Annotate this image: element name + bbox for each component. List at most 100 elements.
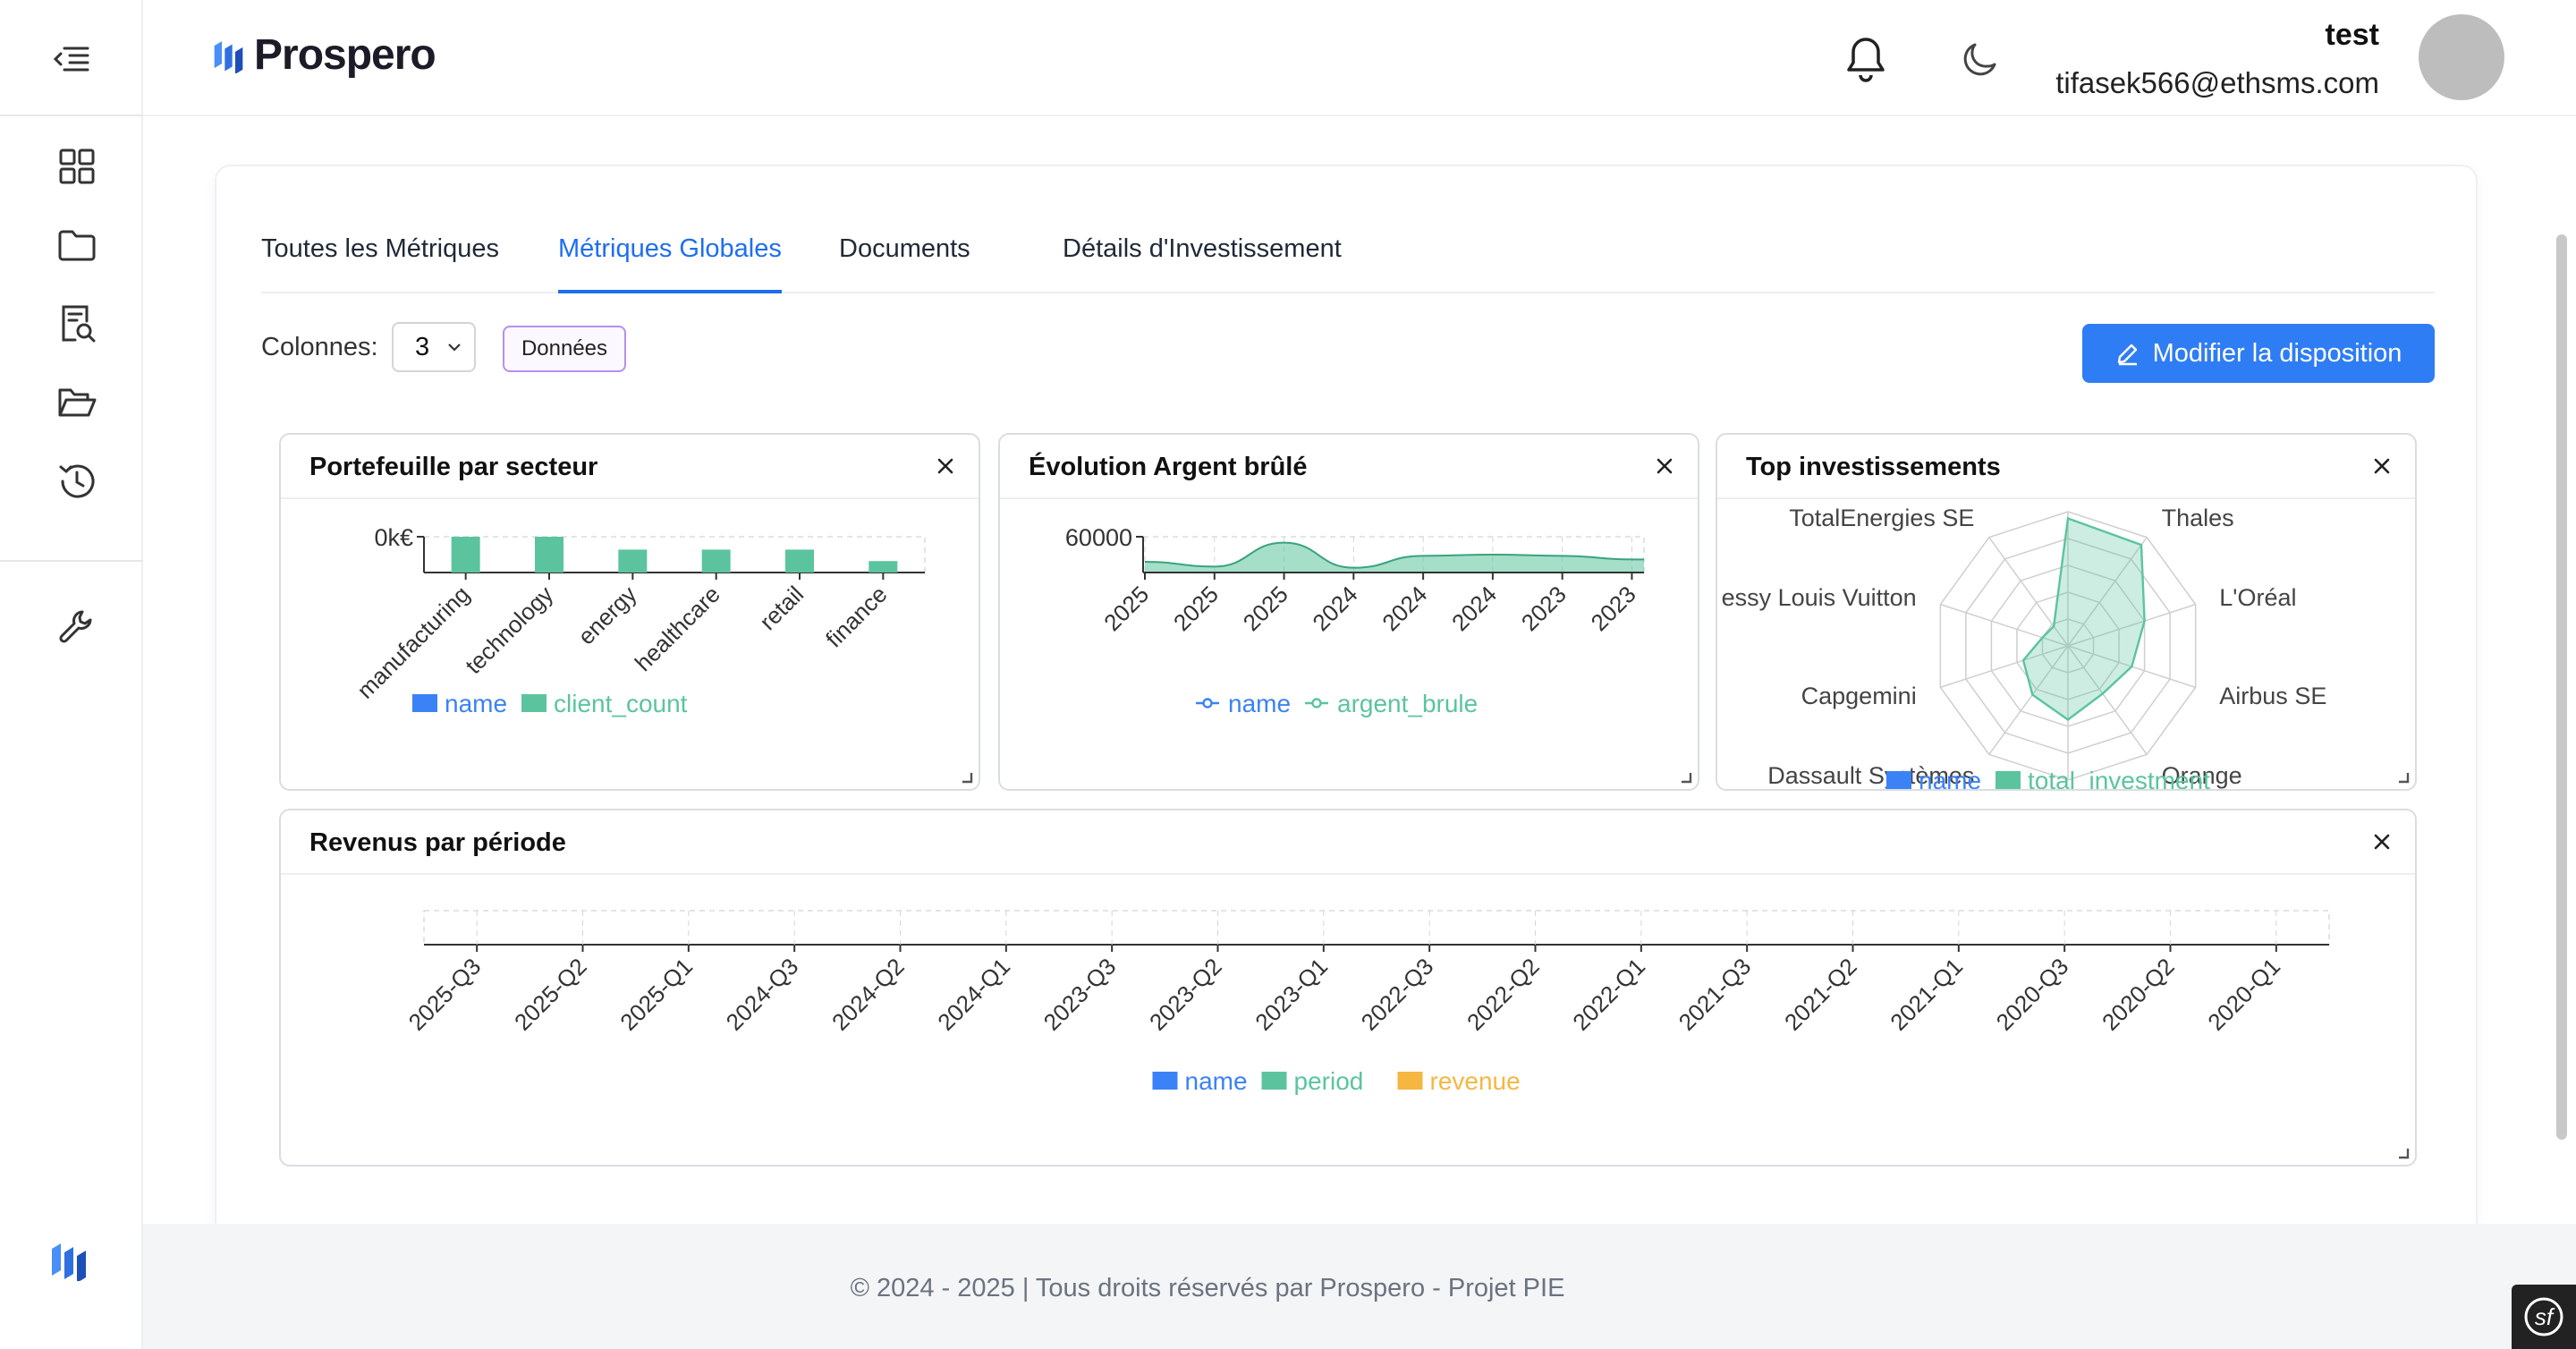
x-tick-label: 2022-Q3 xyxy=(1356,953,1439,1036)
widget-title: Portefeuille par secteur xyxy=(309,453,598,481)
radar-label: Thales xyxy=(2162,505,2234,531)
widget-header: Top investissements xyxy=(1717,435,2415,499)
widget-title: Évolution Argent brûlé xyxy=(1029,453,1308,481)
x-tick-label: 2024 xyxy=(1446,581,1502,636)
resize-handle-icon[interactable] xyxy=(961,771,973,784)
x-tick-label: 2025 xyxy=(1168,581,1224,636)
legend-swatch xyxy=(521,694,547,712)
legend-swatch xyxy=(1261,1072,1287,1090)
folder-open-icon[interactable] xyxy=(55,381,98,424)
dashboard-icon[interactable] xyxy=(55,145,98,188)
legend-swatch xyxy=(1397,1072,1423,1090)
prospero-logo-icon xyxy=(214,40,243,73)
legend-label: period xyxy=(1294,1067,1364,1095)
history-icon[interactable] xyxy=(55,460,98,503)
x-tick-label: 2021-Q2 xyxy=(1779,953,1862,1036)
user-email: tifasek566@ethsms.com xyxy=(2055,66,2379,99)
widget-revenue-period[interactable]: Revenus par période 2025-Q3 2025-Q2 2025-Q… xyxy=(279,809,2417,1167)
radar-label: Airbus SE xyxy=(2219,683,2326,709)
top-investments-radar-chart: ThalesL'OréalAirbus SEOrangeMichelinDass… xyxy=(1722,505,2326,791)
modify-layout-label: Modifier la disposition xyxy=(2152,338,2402,368)
x-tick-label: 2025-Q1 xyxy=(614,953,698,1036)
legend-label: name xyxy=(445,690,507,717)
radar-label: Capgemini xyxy=(1801,683,1917,709)
x-tick-label: 2023-Q2 xyxy=(1144,953,1227,1036)
resize-handle-icon[interactable] xyxy=(2397,1147,2410,1159)
svg-text:sf: sf xyxy=(2535,1303,2555,1330)
folder-icon[interactable] xyxy=(55,224,98,267)
x-tick-label: healthcare xyxy=(630,581,725,676)
sidebar-divider xyxy=(0,115,143,116)
x-tick-label: 2024 xyxy=(1377,581,1432,636)
chevron-down-icon xyxy=(448,344,461,352)
legend-label: name xyxy=(1185,1067,1248,1095)
revenue-bar-chart: 2025-Q3 2025-Q2 2025-Q1 2024-Q3 2024-Q2 2024-… xyxy=(403,910,2330,1095)
legend-label: name xyxy=(1228,690,1291,717)
document-search-icon[interactable] xyxy=(55,302,98,345)
scrollbar[interactable] xyxy=(2556,234,2567,1140)
x-tick-label: 2022-Q1 xyxy=(1567,953,1650,1036)
modify-layout-button[interactable]: Modifier la disposition xyxy=(2082,324,2435,383)
resize-handle-icon[interactable] xyxy=(1680,771,1692,784)
tab-investment-details[interactable]: Détails d'Investissement xyxy=(1063,234,1342,293)
legend-swatch xyxy=(1311,698,1322,708)
columns-select[interactable]: 3 xyxy=(392,322,476,372)
tab-bar: Toutes les Métriques Métriques Globales … xyxy=(261,234,2435,293)
menu-collapse-icon[interactable] xyxy=(52,43,91,75)
plot-grid xyxy=(423,536,926,573)
legend-swatch xyxy=(1996,771,2021,789)
widget-title: Revenus par période xyxy=(309,828,566,857)
symfony-toolbar-icon[interactable]: sf xyxy=(2512,1285,2576,1349)
bar xyxy=(535,537,564,573)
legend-label: revenue xyxy=(1430,1067,1521,1095)
sector-bar-chart: 0k€ manufacturingtechnology energyhealthca… xyxy=(352,524,926,717)
x-tick-label: retail xyxy=(754,581,809,635)
area-fill xyxy=(1145,542,1644,573)
legend-label: total_investment xyxy=(2028,767,2210,791)
x-tick-label: 2025-Q3 xyxy=(403,953,487,1036)
close-icon[interactable] xyxy=(2368,828,2395,855)
bar xyxy=(451,537,480,573)
tab-all-metrics[interactable]: Toutes les Métriques xyxy=(261,234,499,293)
widget-header: Portefeuille par secteur xyxy=(281,435,979,499)
radar-label: essy Louis Vuitton xyxy=(1722,584,1917,611)
resize-handle-icon[interactable] xyxy=(2397,771,2410,784)
x-tick-label: 2024-Q1 xyxy=(932,953,1015,1036)
close-icon[interactable] xyxy=(1651,453,1678,479)
x-tick-label: 2024 xyxy=(1307,581,1362,636)
widget-sector-portfolio[interactable]: Portefeuille par secteur 0k€ manufacturin… xyxy=(279,433,980,791)
x-tick-label: 2025 xyxy=(1098,581,1154,636)
radar-label: L'Oréal xyxy=(2219,584,2296,611)
close-icon[interactable] xyxy=(2368,453,2395,479)
brand[interactable]: Prospero xyxy=(213,30,436,80)
widget-top-investments[interactable]: Top investissements Thales L'Oréal Airbus … xyxy=(1716,433,2417,791)
widget-title: Top investissements xyxy=(1746,453,2001,481)
x-tick-label: 2025 xyxy=(1238,581,1293,636)
radar-area xyxy=(2021,516,2146,721)
sidebar-divider xyxy=(0,560,143,562)
tab-global-metrics[interactable]: Métriques Globales xyxy=(558,234,782,293)
edit-icon xyxy=(2117,344,2137,366)
avatar[interactable] xyxy=(2419,14,2504,100)
x-tick-label: technology xyxy=(460,581,558,679)
prospero-logo-icon xyxy=(50,1240,93,1283)
close-icon[interactable] xyxy=(932,453,959,479)
widget-header: Revenus par période xyxy=(281,810,2415,875)
x-tick-label: finance xyxy=(820,581,892,652)
widget-burn-evolution[interactable]: Évolution Argent brûlé 60000 2025 2025 2025… xyxy=(998,433,1699,791)
x-tick-label: 2025-Q2 xyxy=(509,953,592,1036)
y-tick-label: 0k€ xyxy=(374,524,413,551)
x-tick-label: energy xyxy=(572,581,641,649)
legend-label: name xyxy=(1919,767,1981,791)
bell-icon[interactable] xyxy=(1843,34,1889,84)
legend-swatch xyxy=(1886,771,1911,789)
user-name: test xyxy=(2325,18,2379,52)
legend-swatch xyxy=(1202,698,1213,708)
footer-text: © 2024 - 2025 | Tous droits réservés par… xyxy=(850,1274,1565,1302)
moon-icon[interactable] xyxy=(1961,39,2000,79)
wrench-icon[interactable] xyxy=(55,605,98,648)
widget-header: Évolution Argent brûlé xyxy=(1000,435,1698,499)
x-tick-label: 2023-Q3 xyxy=(1038,953,1122,1036)
tab-documents[interactable]: Documents xyxy=(839,234,970,293)
data-button[interactable]: Données xyxy=(503,326,626,372)
